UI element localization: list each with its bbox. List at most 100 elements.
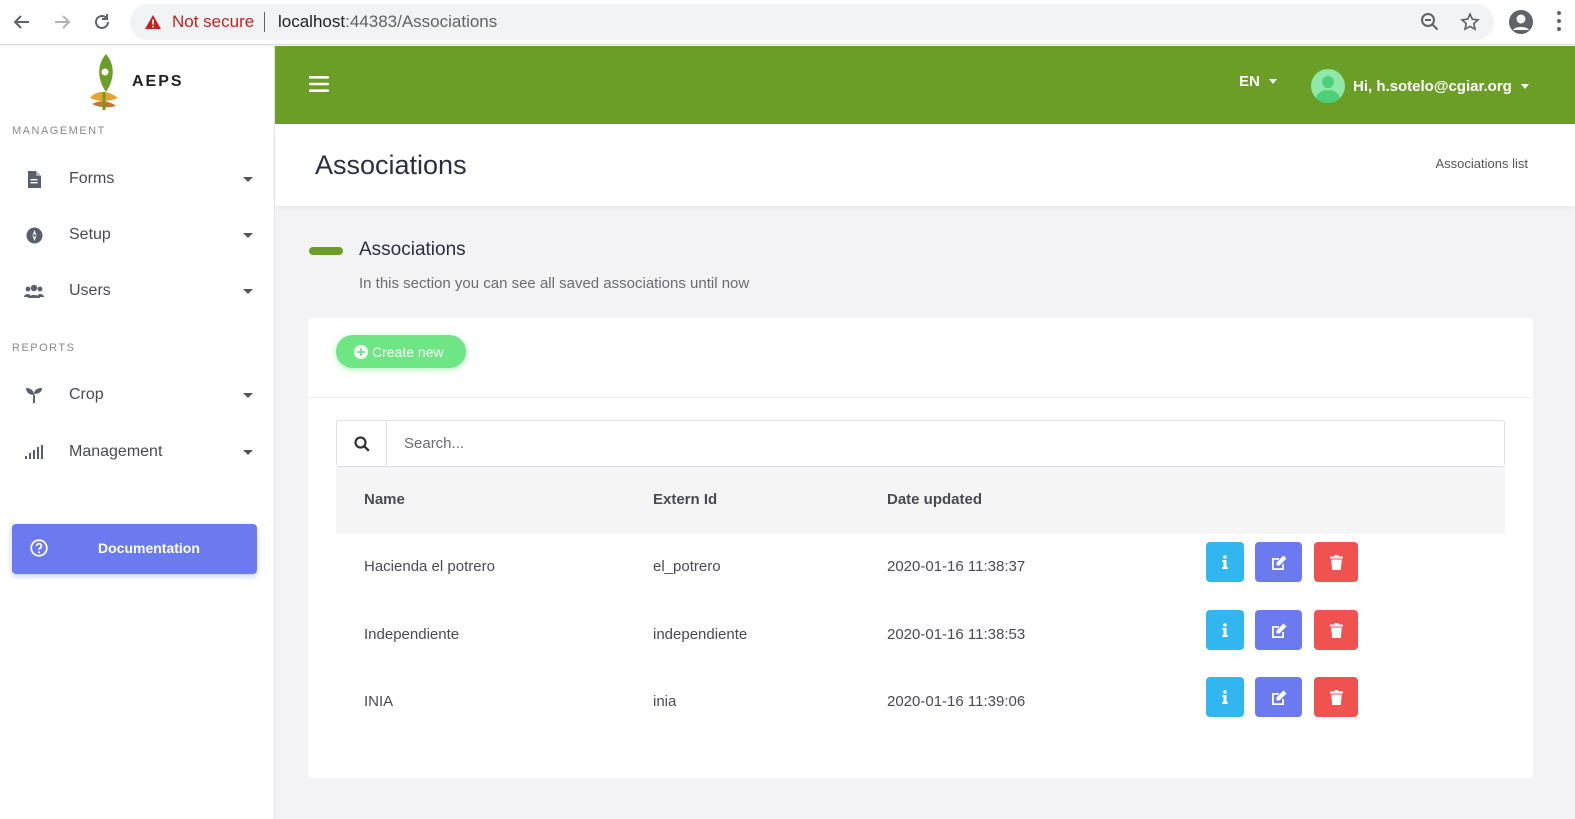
reload-button[interactable] — [90, 10, 114, 34]
reload-icon — [95, 14, 109, 29]
create-new-label: Create new — [372, 343, 444, 360]
user-greeting: Hi, h.sotelo@cgiar.org — [1353, 77, 1512, 95]
sidebar-item-setup[interactable]: Setup — [0, 215, 275, 255]
back-button[interactable] — [10, 10, 34, 34]
logo[interactable]: AEPS — [88, 52, 184, 112]
search-input[interactable] — [388, 421, 1498, 466]
caret-down-icon — [243, 392, 253, 398]
seedling-icon — [24, 385, 44, 405]
cell-extern-id: inia — [653, 693, 677, 710]
info-button[interactable] — [1206, 677, 1244, 717]
plus-circle-icon — [354, 344, 368, 359]
delete-button[interactable] — [1314, 542, 1358, 582]
table-header: Name Extern Id Date updated — [336, 467, 1505, 534]
create-new-button[interactable]: Create new — [336, 335, 466, 368]
sidebar-item-label: Setup — [69, 226, 111, 243]
section-description: In this section you can see all saved as… — [359, 275, 750, 292]
logo-text: AEPS — [132, 73, 184, 90]
table-row: Independiente independiente 2020-01-16 1… — [336, 602, 1505, 669]
edit-button[interactable] — [1255, 610, 1302, 650]
cell-extern-id: independiente — [653, 626, 748, 643]
back-arrow-icon — [13, 15, 29, 29]
sidebar-item-forms[interactable]: Forms — [0, 159, 275, 199]
search-icon — [337, 421, 387, 466]
table-row: INIA inia 2020-01-16 11:39:06 — [336, 669, 1505, 736]
info-button[interactable] — [1206, 542, 1244, 582]
management-section-title: MANAGEMENT — [12, 125, 106, 137]
compass-icon — [24, 225, 44, 245]
cell-name: INIA — [364, 693, 394, 710]
cell-extern-id: el_potrero — [653, 558, 721, 575]
section-accent-bar — [309, 247, 343, 255]
caret-down-icon — [1268, 79, 1277, 84]
card-divider — [308, 397, 1533, 398]
url-text[interactable]: localhost:44383/Associations — [278, 12, 497, 32]
sidebar-item-label: Crop — [69, 386, 104, 403]
forward-button[interactable] — [50, 10, 74, 34]
edit-icon — [1272, 623, 1287, 638]
cell-date-updated: 2020-01-16 11:39:06 — [887, 693, 1026, 710]
search-box — [336, 420, 1505, 467]
trash-icon — [1329, 622, 1343, 638]
column-header-name[interactable]: Name — [364, 491, 405, 508]
info-icon — [1222, 623, 1228, 637]
url-path: :44383/Associations — [345, 12, 498, 31]
reports-section-title: REPORTS — [12, 342, 76, 354]
zoom-icon[interactable] — [1420, 12, 1440, 37]
sidebar-item-label: Forms — [69, 170, 115, 187]
documentation-button[interactable]: Documentation — [12, 524, 257, 574]
cell-date-updated: 2020-01-16 11:38:37 — [887, 558, 1026, 575]
cell-date-updated: 2020-01-16 11:38:53 — [887, 626, 1026, 643]
sidebar-item-management[interactable]: Management — [0, 432, 275, 472]
documentation-label: Documentation — [98, 540, 200, 556]
bookmark-star-icon[interactable] — [1460, 12, 1480, 37]
caret-down-icon — [243, 288, 253, 294]
page-title-bar: Associations Associations list — [275, 124, 1575, 206]
language-selector[interactable]: EN — [1239, 73, 1277, 90]
info-button[interactable] — [1206, 610, 1244, 650]
warning-icon — [144, 14, 162, 35]
caret-down-icon — [243, 232, 253, 238]
top-header: EN Hi, h.sotelo@cgiar.org — [275, 46, 1575, 124]
column-header-date-updated[interactable]: Date updated — [887, 491, 982, 508]
browser-menu-icon[interactable] — [1556, 10, 1562, 37]
question-circle-icon — [30, 539, 48, 562]
caret-down-icon — [243, 449, 253, 455]
edit-icon — [1272, 555, 1287, 570]
edit-button[interactable] — [1255, 542, 1302, 582]
associations-card: Create new Name Extern Id Date updated H… — [308, 318, 1533, 778]
caret-down-icon — [243, 176, 253, 182]
sidebar-item-crop[interactable]: Crop — [0, 375, 275, 415]
trash-icon — [1329, 689, 1343, 705]
breadcrumb[interactable]: Associations list — [1436, 156, 1528, 171]
address-separator — [264, 12, 265, 32]
delete-button[interactable] — [1314, 610, 1358, 650]
users-icon — [24, 281, 44, 301]
browser-toolbar: Not secure localhost:44383/Associations — [0, 0, 1575, 45]
aeps-logo-icon — [90, 54, 118, 110]
cell-name: Hacienda el potrero — [364, 558, 495, 575]
forward-arrow-icon — [55, 15, 71, 29]
sidebar-item-users[interactable]: Users — [0, 271, 275, 311]
profile-icon[interactable] — [1508, 9, 1534, 40]
sidebar-item-label: Management — [69, 443, 163, 460]
column-header-extern-id[interactable]: Extern Id — [653, 491, 717, 508]
avatar — [1311, 69, 1345, 103]
page-title: Associations — [315, 150, 467, 180]
security-status[interactable]: Not secure — [172, 12, 254, 32]
menu-toggle-icon[interactable] — [309, 75, 329, 98]
delete-button[interactable] — [1314, 677, 1358, 717]
cell-name: Independiente — [364, 626, 460, 643]
edit-button[interactable] — [1255, 677, 1302, 717]
sidebar: AEPS MANAGEMENT Forms Setup Users REPORT… — [0, 46, 275, 819]
section-title: Associations — [359, 239, 466, 260]
table-row: Hacienda el potrero el_potrero 2020-01-1… — [336, 534, 1505, 601]
address-bar[interactable]: Not secure localhost:44383/Associations — [130, 4, 1494, 40]
language-label: EN — [1239, 73, 1260, 90]
info-icon — [1222, 555, 1228, 569]
file-icon — [24, 169, 44, 189]
sidebar-item-label: Users — [69, 282, 111, 299]
caret-down-icon — [1520, 83, 1529, 89]
user-menu[interactable]: Hi, h.sotelo@cgiar.org — [1311, 69, 1529, 103]
trash-icon — [1329, 554, 1343, 570]
